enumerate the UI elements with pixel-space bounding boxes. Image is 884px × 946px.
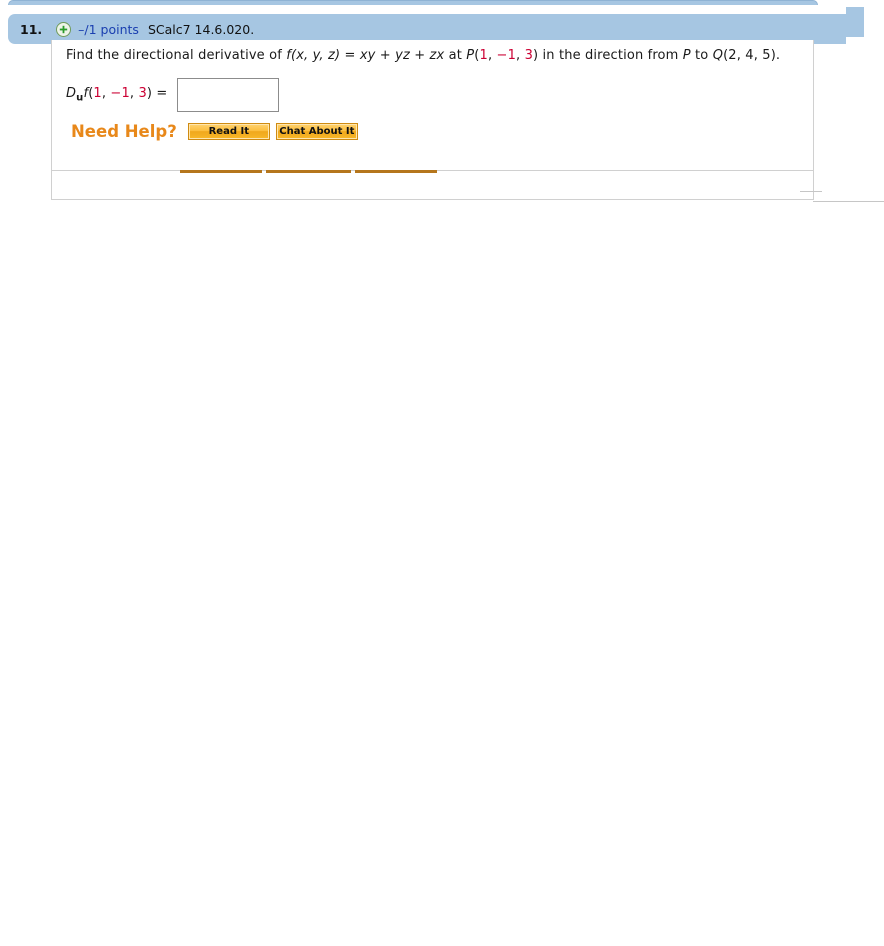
question-number: 11. — [20, 21, 43, 37]
from-point-label: P — [682, 48, 691, 63]
question-header-bar-extension — [846, 7, 864, 37]
directional-derivative-symbol: D — [66, 86, 77, 102]
prompt-middle: in the direction from — [538, 48, 683, 63]
answer-equals-sign: = — [152, 86, 168, 102]
footer-line — [813, 201, 884, 202]
answer-row: Duf(1, −1, 3) = — [66, 78, 280, 112]
point-p-y: −1 — [496, 48, 516, 63]
plus-circle-icon[interactable] — [56, 21, 72, 37]
problem-statement: Find the directional derivative of f(x, … — [66, 48, 780, 63]
answer-input[interactable] — [177, 78, 280, 112]
footer-line-short — [800, 191, 822, 192]
point-p-sep-2: , — [516, 48, 525, 63]
answer-arg-z: 3 — [138, 86, 147, 102]
question-reference: SCalc7 14.6.020. — [147, 21, 255, 37]
need-help-row: Need Help? Read It Chat About It — [71, 122, 358, 141]
answer-arg-x: 1 — [93, 86, 102, 102]
prompt-lead: Find the directional derivative of — [66, 48, 287, 63]
equals-sign: = — [340, 48, 360, 63]
point-p-z: 3 — [524, 48, 533, 63]
lower-content-box — [51, 170, 814, 200]
point-p-sep-1: , — [487, 48, 497, 63]
answer-expression-label: Duf(1, −1, 3) = — [66, 86, 167, 104]
point-q-label: Q — [712, 48, 724, 63]
chat-about-it-button[interactable]: Chat About It — [275, 123, 358, 140]
need-help-label: Need Help? — [71, 122, 177, 141]
answer-arg-y: −1 — [110, 86, 130, 102]
points-label: –/1 points — [78, 21, 139, 37]
point-p-x: 1 — [479, 48, 488, 63]
to-word: to — [690, 48, 713, 63]
point-q-values: (2, 4, 5). — [723, 48, 781, 63]
read-it-button[interactable]: Read It — [187, 123, 270, 140]
at-word: at — [444, 48, 467, 63]
previous-question-strip-gap — [818, 0, 884, 7]
function-arguments: (x, y, z) — [290, 48, 341, 63]
function-expression: xy + yz + zx — [359, 48, 445, 63]
previous-question-strip — [8, 0, 818, 5]
